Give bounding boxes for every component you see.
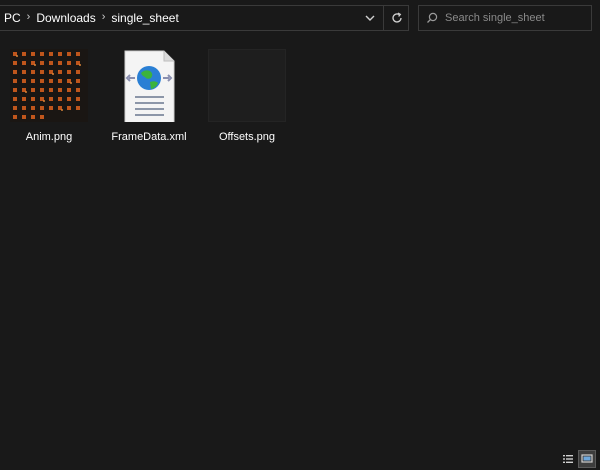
refresh-icon: [391, 12, 402, 23]
xml-document-globe-icon: [110, 49, 188, 126]
address-history-dropdown[interactable]: [359, 6, 381, 30]
large-icons-view-button[interactable]: [578, 450, 596, 468]
image-thumbnail-sprite-sheet: [10, 49, 88, 122]
chevron-right-icon[interactable]: ›: [101, 11, 107, 23]
chevron-right-icon[interactable]: ›: [26, 11, 32, 23]
status-bar: [0, 448, 600, 470]
file-name: Offsets.png: [218, 131, 276, 143]
file-item-anim[interactable]: Anim.png: [4, 46, 94, 146]
refresh-button[interactable]: [383, 6, 409, 30]
file-name: Anim.png: [25, 131, 73, 143]
file-item-framedata[interactable]: FrameData.xml: [104, 46, 194, 146]
large-icons-view-icon: [581, 454, 593, 463]
file-list: Anim.png FrameData.xml Offsets.png: [0, 40, 600, 448]
file-name: FrameData.xml: [111, 131, 187, 143]
search-icon: [419, 6, 445, 30]
image-thumbnail-dark: [208, 49, 286, 122]
chevron-down-icon: [365, 15, 375, 21]
search-box[interactable]: [418, 5, 592, 31]
breadcrumb-single-sheet[interactable]: single_sheet: [106, 11, 183, 25]
breadcrumb-pc[interactable]: PC: [0, 11, 26, 25]
details-view-button[interactable]: [559, 450, 577, 468]
toolbar: PC › Downloads › single_sheet: [0, 0, 600, 40]
search-input[interactable]: [445, 12, 585, 24]
details-view-icon: [563, 455, 573, 463]
address-bar[interactable]: PC › Downloads › single_sheet: [0, 5, 409, 31]
breadcrumb-downloads[interactable]: Downloads: [31, 11, 100, 25]
file-item-offsets[interactable]: Offsets.png: [202, 46, 292, 146]
